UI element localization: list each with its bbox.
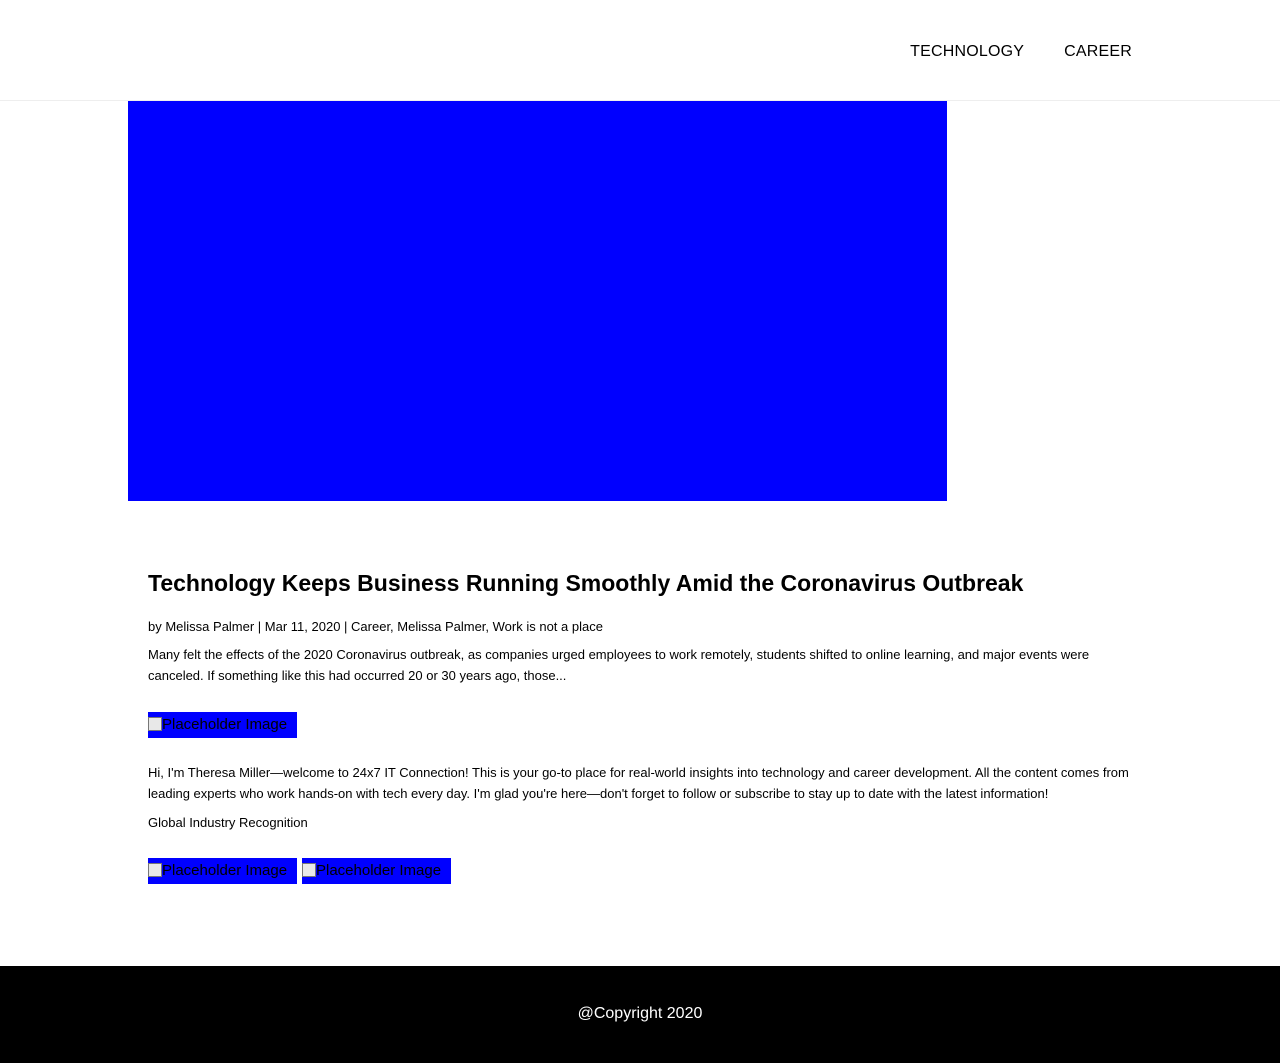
placeholder-image-alt: Placeholder Image xyxy=(316,862,442,879)
nav-link-career[interactable]: CAREER xyxy=(1064,42,1132,62)
site-footer: @Copyright 2020 xyxy=(0,966,1280,1063)
main-nav: TECHNOLOGY CAREER xyxy=(910,42,1132,62)
placeholder-image: Placeholder Image xyxy=(148,712,297,738)
placeholder-image: Placeholder Image xyxy=(302,858,451,884)
broken-image-icon xyxy=(148,863,162,877)
post-title[interactable]: Technology Keeps Business Running Smooth… xyxy=(148,568,1132,598)
placeholder-image-alt: Placeholder Image xyxy=(162,716,288,733)
about-text: Hi, I'm Theresa Miller—welcome to 24x7 I… xyxy=(148,765,1129,801)
recognition-heading: Global Industry Recognition xyxy=(148,815,308,830)
hero-image xyxy=(128,101,947,501)
recognition-images: Placeholder Image Placeholder Image xyxy=(148,858,1132,884)
broken-image-icon xyxy=(302,863,316,877)
main-content: Technology Keeps Business Running Smooth… xyxy=(148,568,1132,884)
placeholder-image-alt: Placeholder Image xyxy=(162,862,288,879)
author-image-row: Placeholder Image xyxy=(148,712,1132,738)
site-header: TECHNOLOGY CAREER xyxy=(0,0,1280,101)
placeholder-image: Placeholder Image xyxy=(148,858,297,884)
post-meta: by Melissa Palmer | Mar 11, 2020 | Caree… xyxy=(148,619,603,634)
broken-image-icon xyxy=(148,717,162,731)
nav-link-technology[interactable]: TECHNOLOGY xyxy=(910,42,1024,62)
copyright-text: @Copyright 2020 xyxy=(577,1005,703,1022)
post-excerpt: Many felt the effects of the 2020 Corona… xyxy=(148,647,1090,683)
